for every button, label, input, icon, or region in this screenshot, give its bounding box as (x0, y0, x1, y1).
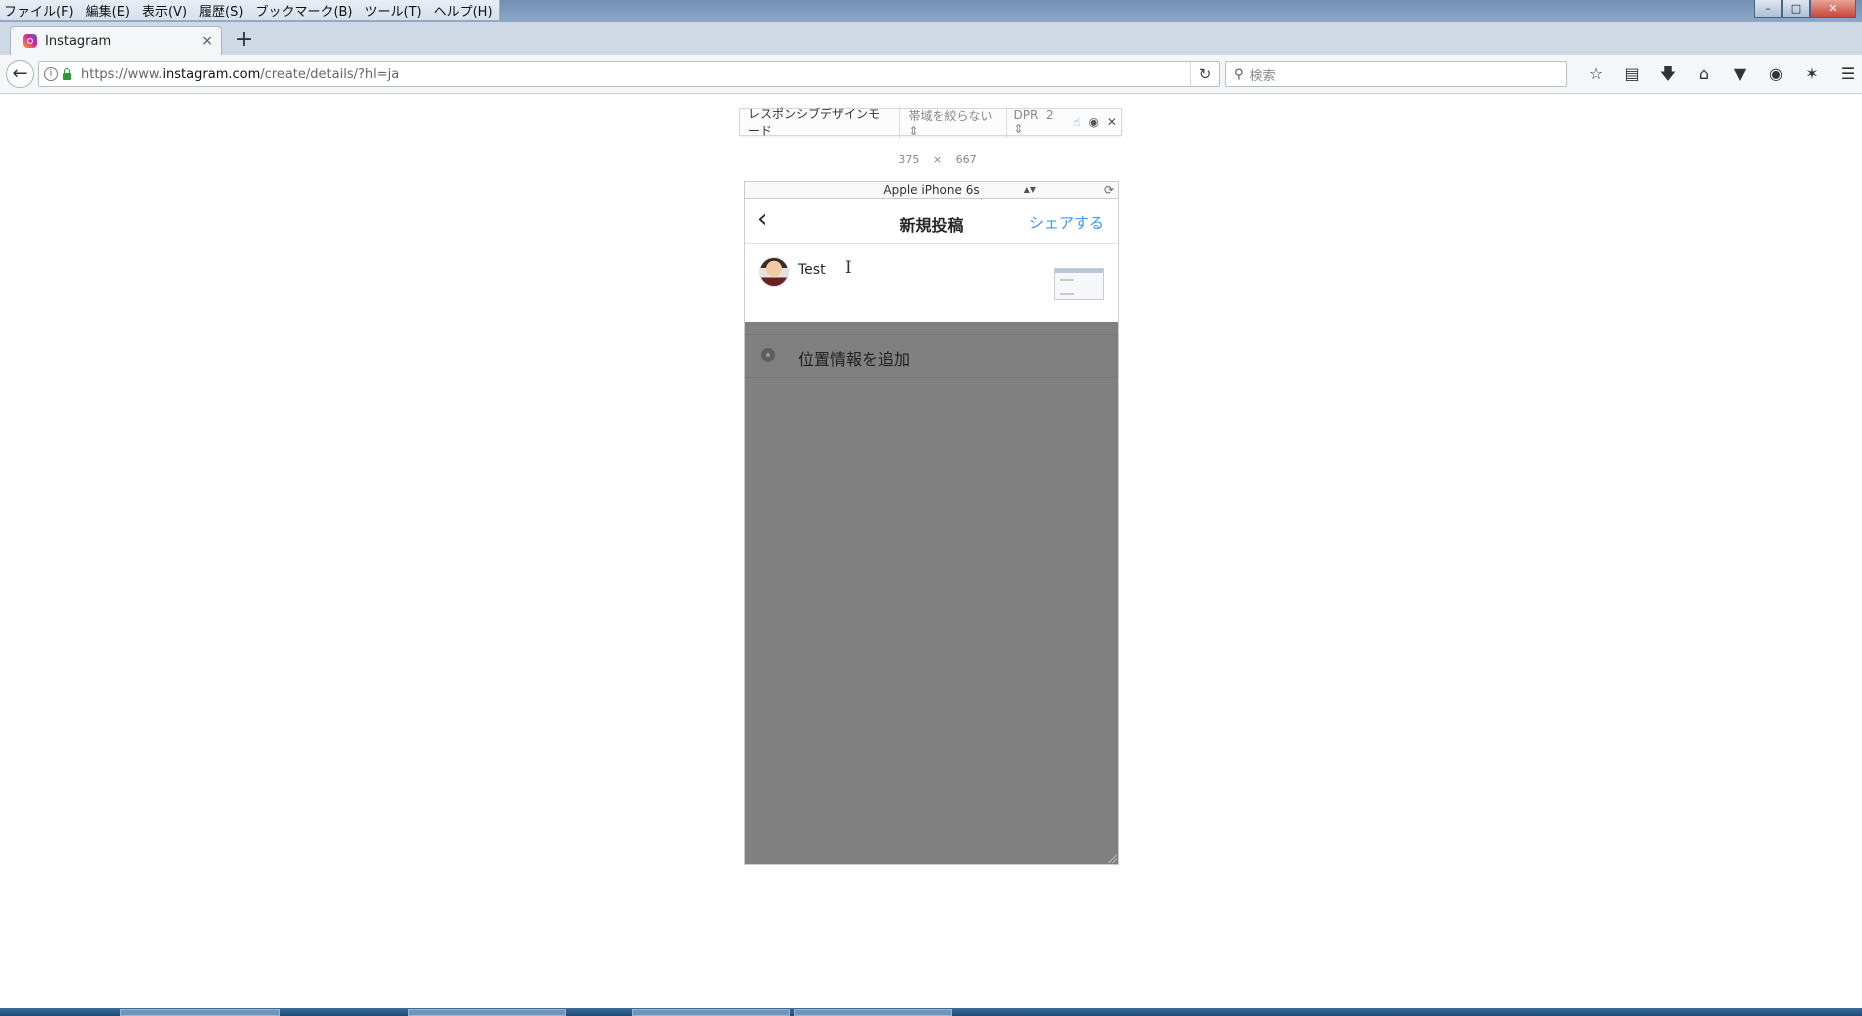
url-bar[interactable]: i https://www.instagram.com/create/detai… (38, 61, 1220, 87)
text-cursor-icon: I (845, 258, 852, 278)
taskbar-item[interactable] (794, 1009, 952, 1016)
device-viewport: ‹ 新規投稿 シェアする Test I 位置情報を追加 (744, 198, 1119, 865)
menu-help[interactable]: ヘルプ(H) (434, 1, 493, 20)
star-icon[interactable]: ☆ (1578, 63, 1614, 85)
menu-tools[interactable]: ツール(T) (365, 1, 422, 20)
share-icon[interactable]: ✶ (1794, 63, 1830, 85)
window-controls: – □ ✕ (1754, 0, 1856, 18)
network-throttle-select[interactable]: 帯域を絞らない ⇕ (900, 106, 1008, 138)
caption-input[interactable]: Test (798, 262, 826, 278)
chevron-updown-icon: ▲▼ (1023, 185, 1036, 194)
home-icon[interactable]: ⌂ (1686, 63, 1722, 85)
url-path: /create/details/?hl=ja (260, 66, 400, 82)
menu-file[interactable]: ファイル(F) (4, 1, 74, 20)
size-separator: × (932, 153, 943, 166)
extension-icon[interactable]: ◉ (1758, 63, 1794, 85)
menu-view[interactable]: 表示(V) (142, 1, 187, 20)
taskbar-item[interactable] (408, 1009, 566, 1016)
tab-close-icon[interactable]: × (201, 33, 213, 49)
share-button[interactable]: シェアする (1029, 212, 1104, 233)
device-selector[interactable]: Apple iPhone 6s ▲▼ ⟳ (744, 181, 1119, 198)
menu-edit[interactable]: 編集(E) (86, 1, 130, 20)
instagram-header: ‹ 新規投稿 シェアする (745, 199, 1118, 244)
location-pin-icon (761, 348, 775, 362)
search-placeholder: 検索 (1249, 68, 1276, 84)
menu-history[interactable]: 履歴(S) (199, 1, 243, 20)
info-icon[interactable]: i (44, 67, 58, 81)
toolbar-icons: ☆ ▤ 🡇 ⌂ ▼ ◉ ✶ ☰ (1578, 63, 1862, 85)
reload-icon[interactable]: ↻ (1190, 62, 1219, 86)
tab-instagram[interactable]: Instagram × (10, 26, 222, 55)
close-window-icon[interactable]: ✕ (1810, 0, 1856, 18)
viewport-size: 375 × 667 (885, 153, 990, 166)
dpr-select[interactable]: DPR 2 ⇕ (1007, 108, 1069, 136)
screenshot-icon[interactable]: ◉ (1084, 115, 1102, 129)
pocket-icon[interactable]: ▼ (1722, 63, 1758, 85)
taskbar-item[interactable] (632, 1009, 790, 1016)
maximize-icon[interactable]: □ (1782, 0, 1810, 18)
search-bar[interactable]: ⚲ 検索 (1225, 61, 1567, 87)
dim-overlay[interactable]: 位置情報を追加 (745, 322, 1118, 864)
minimize-icon[interactable]: – (1754, 0, 1782, 18)
url-prefix: https://www. (81, 66, 163, 82)
taskbar (0, 1008, 1862, 1016)
responsive-design-toolbar: レスポンシブデザインモード 帯域を絞らない ⇕ DPR 2 ⇕ ☝ ◉ ✕ (739, 105, 1122, 139)
compose-area: Test I (745, 244, 1118, 322)
throttle-label: 帯域を絞らない (908, 108, 993, 123)
device-name: Apple iPhone 6s (883, 183, 980, 197)
menu-icon[interactable]: ☰ (1830, 63, 1862, 85)
search-icon: ⚲ (1234, 66, 1244, 82)
url-text[interactable]: https://www.instagram.com/create/details… (81, 67, 1190, 82)
window-titlebar: ファイル(F) 編集(E) 表示(V) 履歴(S) ブックマーク(B) ツール(… (0, 0, 1862, 22)
add-location-row[interactable]: 位置情報を追加 (745, 334, 1118, 378)
dpr-label: DPR (1013, 108, 1039, 122)
download-icon[interactable]: 🡇 (1650, 63, 1686, 85)
tab-strip: Instagram × + (0, 22, 1862, 55)
rotate-icon[interactable]: ⟳ (1104, 182, 1114, 198)
dpr-value: 2 (1045, 108, 1054, 122)
location-label: 位置情報を追加 (798, 350, 911, 369)
touch-simulation-icon[interactable]: ☝ (1069, 115, 1084, 129)
new-tab-button[interactable]: + (232, 28, 256, 52)
taskbar-item[interactable] (120, 1009, 280, 1016)
navigation-bar: ← i https://www.instagram.com/create/det… (0, 55, 1862, 94)
instagram-favicon-icon (23, 34, 37, 48)
reading-list-icon[interactable]: ▤ (1614, 63, 1650, 85)
viewport-width[interactable]: 375 (898, 153, 919, 166)
url-domain: instagram.com (162, 66, 261, 82)
menu-bar: ファイル(F) 編集(E) 表示(V) 履歴(S) ブックマーク(B) ツール(… (0, 0, 500, 21)
close-rdm-icon[interactable]: ✕ (1103, 115, 1121, 129)
back-button[interactable]: ← (6, 60, 34, 88)
menu-bookmarks[interactable]: ブックマーク(B) (255, 1, 352, 20)
avatar (759, 257, 789, 287)
post-thumbnail (1054, 268, 1104, 300)
tab-title: Instagram (45, 33, 112, 49)
resize-handle-icon[interactable] (1107, 853, 1117, 863)
lock-icon (63, 67, 71, 80)
rdm-title: レスポンシブデザインモード (740, 105, 901, 139)
viewport-height[interactable]: 667 (956, 153, 977, 166)
